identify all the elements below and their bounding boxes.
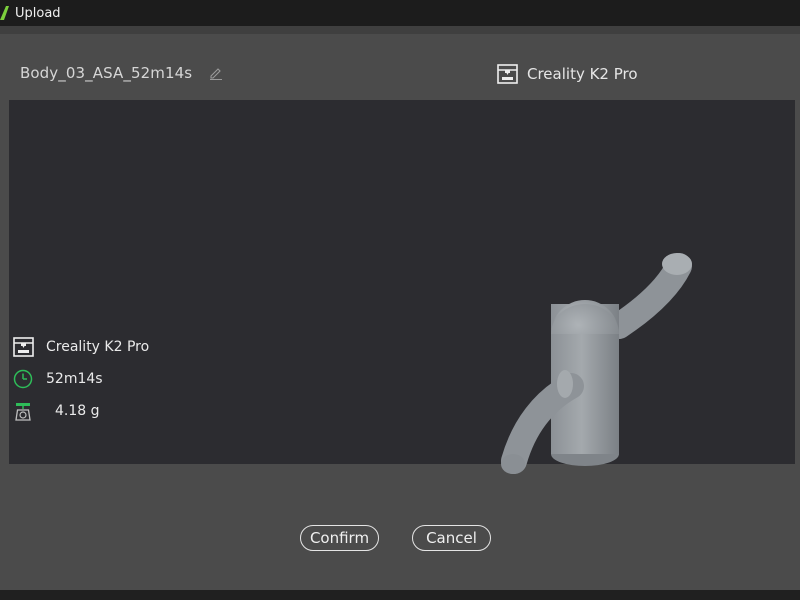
app-logo-icon [0,6,9,20]
filename-row: Body_03_ASA_52m14s [20,64,223,82]
clock-icon [13,369,33,389]
filename-label: Body_03_ASA_52m14s [20,64,193,82]
printer-icon [497,64,518,84]
print-info-list: Creality K2 Pro 52m14s 4.18 g [13,331,149,427]
printer-name-header: Creality K2 Pro [527,65,638,83]
printer-icon [13,337,34,357]
dialog-top-strip [0,26,800,34]
info-printer-label: Creality K2 Pro [46,339,150,355]
info-time-label: 52m14s [46,371,103,387]
upload-dialog: Body_03_ASA_52m14s Creality K2 Pro Creal… [0,26,800,590]
window-titlebar: Upload [0,0,800,26]
model-render [501,253,692,474]
printer-header: Creality K2 Pro [497,64,638,84]
cancel-button[interactable]: Cancel [412,525,491,551]
confirm-button[interactable]: Confirm [300,525,379,551]
info-weight-row: 4.18 g [13,395,149,427]
info-time-row: 52m14s [13,363,149,395]
scale-icon [15,403,31,421]
edit-pencil-icon[interactable] [209,66,223,80]
info-printer-row: Creality K2 Pro [13,331,149,363]
info-weight-label: 4.18 g [55,403,100,419]
window-title: Upload [15,5,61,21]
bottom-strip [0,590,800,600]
